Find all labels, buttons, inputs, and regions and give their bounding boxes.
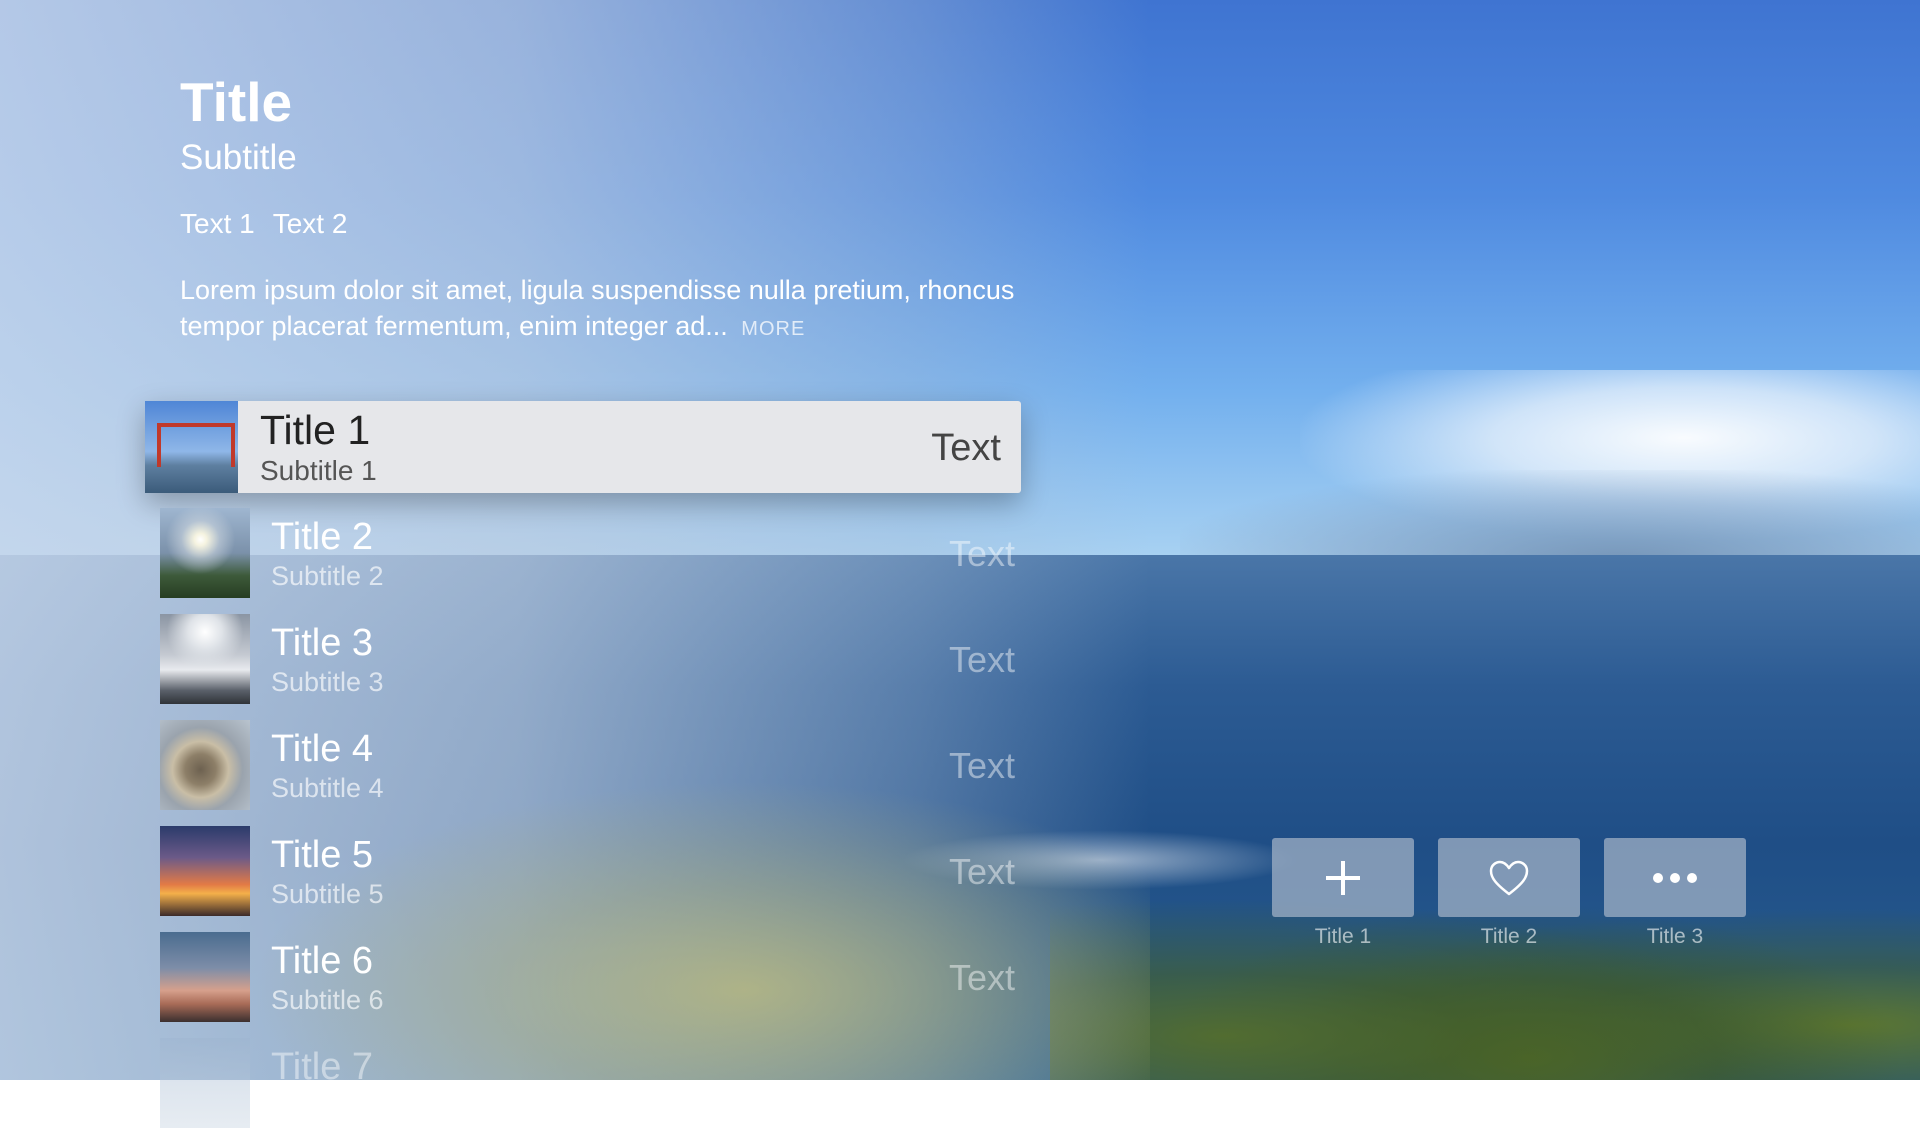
thumbnail-image	[160, 720, 250, 810]
item-accessory-text: Text	[948, 957, 1015, 998]
thumbnail-image	[160, 614, 250, 704]
list-item[interactable]: Title 3 Subtitle 3 Text	[160, 614, 1015, 704]
item-title: Title 4	[271, 728, 374, 770]
add-button[interactable]	[1272, 838, 1414, 917]
meta-text-2: Text 2	[272, 208, 348, 239]
description: Lorem ipsum dolor sit amet, ligula suspe…	[180, 272, 1020, 347]
item-accessory-text: Text	[931, 427, 1001, 469]
description-text: Lorem ipsum dolor sit amet, ligula suspe…	[180, 275, 1015, 341]
action-favorite: Title 2	[1438, 838, 1580, 949]
favorite-button-label: Title 2	[1480, 925, 1538, 948]
meta-text-1: Text 1	[180, 208, 255, 239]
item-subtitle: Subtitle 2	[271, 561, 384, 591]
thumbnail-image	[160, 932, 250, 1022]
item-title: Title 5	[271, 834, 374, 876]
thumbnail-image	[160, 508, 250, 598]
more-link[interactable]: MORE	[741, 318, 805, 340]
item-subtitle: Subtitle 4	[271, 773, 384, 803]
more-button-label: Title 3	[1646, 925, 1704, 948]
thumbnail-image	[160, 826, 250, 916]
meta-row: Text 1 Text 2	[180, 208, 347, 240]
item-accessory-text: Text	[948, 745, 1015, 786]
more-button[interactable]	[1604, 838, 1746, 917]
page-subtitle: Subtitle	[180, 138, 297, 177]
item-title: Title 2	[271, 516, 374, 558]
item-title: Title 1	[260, 407, 371, 453]
favorite-button[interactable]	[1438, 838, 1580, 917]
list-item[interactable]: Title 7	[160, 1038, 1015, 1128]
thumbnail-image	[160, 1038, 250, 1128]
list-item[interactable]: Title 2 Subtitle 2 Text	[160, 508, 1015, 598]
item-subtitle: Subtitle 5	[271, 879, 384, 909]
more-icon	[1653, 872, 1697, 883]
item-title: Title 7	[271, 1046, 374, 1088]
action-more: Title 3	[1604, 838, 1746, 949]
page-title: Title	[180, 71, 293, 133]
item-subtitle: Subtitle 3	[271, 667, 384, 697]
action-buttons: Title 1 Title 2 Title 3	[1272, 838, 1746, 949]
list-item[interactable]: Title 6 Subtitle 6 Text	[160, 932, 1015, 1022]
list-item[interactable]: Title 1 Subtitle 1 Text	[145, 401, 1021, 493]
add-button-label: Title 1	[1314, 925, 1372, 948]
item-subtitle: Subtitle 6	[271, 985, 384, 1015]
blur-overlay-warm	[250, 780, 1150, 1080]
item-accessory-text: Text	[948, 639, 1015, 680]
item-subtitle: Subtitle 1	[260, 455, 377, 486]
action-add: Title 1	[1272, 838, 1414, 949]
item-accessory-text: Text	[948, 533, 1015, 574]
distant-mountain	[1180, 470, 1920, 560]
item-accessory-text: Text	[948, 851, 1015, 892]
plus-icon	[1326, 860, 1360, 895]
item-title: Title 6	[271, 940, 374, 982]
thumbnail-image	[145, 401, 238, 493]
item-title: Title 3	[271, 622, 374, 664]
list-item[interactable]: Title 4 Subtitle 4 Text	[160, 720, 1015, 810]
heart-icon	[1489, 860, 1529, 895]
list-item[interactable]: Title 5 Subtitle 5 Text	[160, 826, 1015, 916]
